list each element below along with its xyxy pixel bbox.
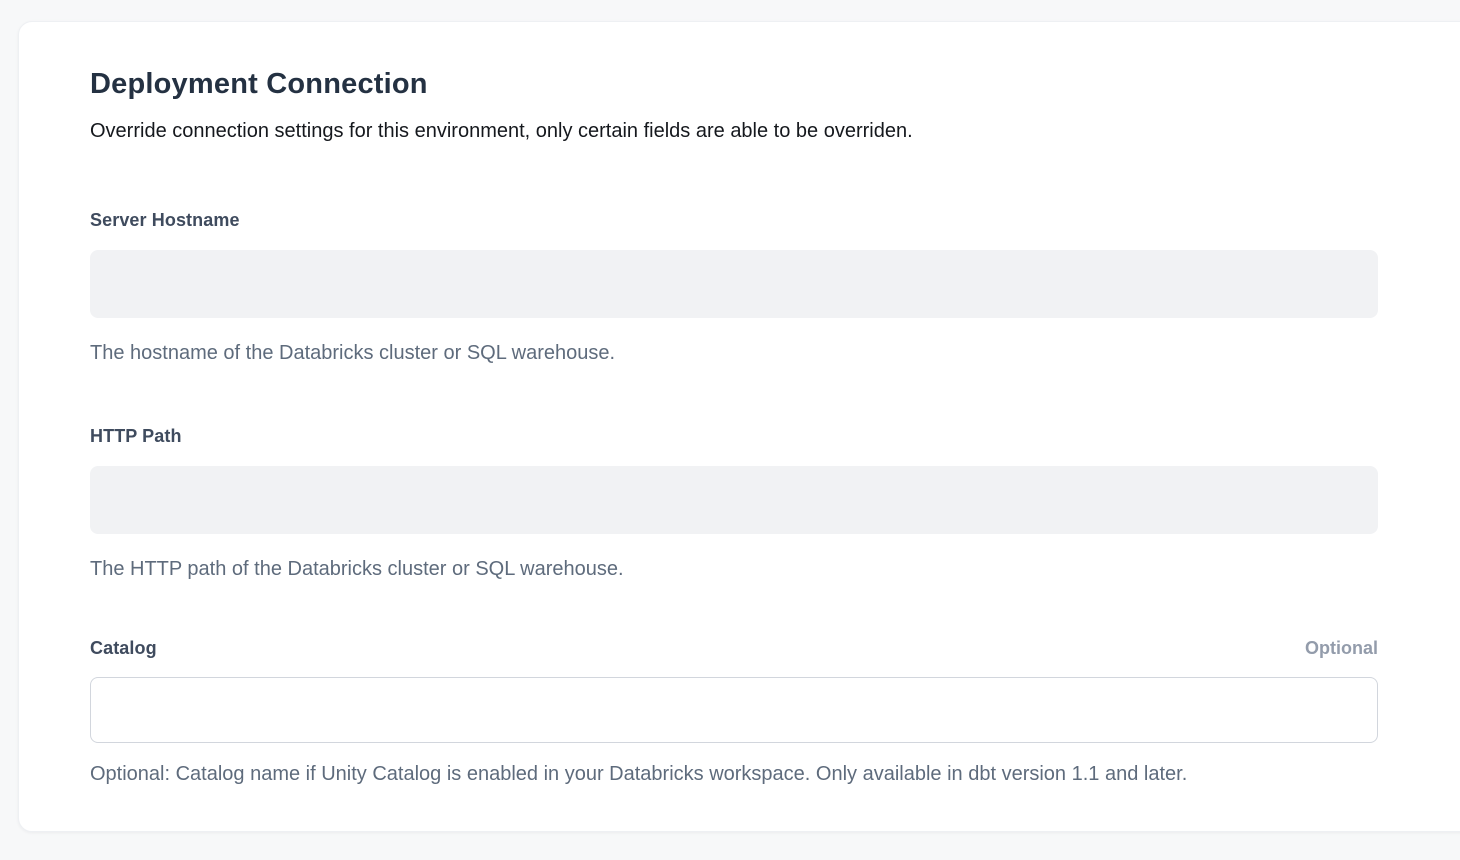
field-group-http-path: HTTP Path The HTTP path of the Databrick… [90, 424, 1378, 582]
http-path-label: HTTP Path [90, 424, 182, 448]
card-content: Deployment Connection Override connectio… [90, 22, 1378, 787]
catalog-input[interactable] [90, 677, 1378, 743]
http-path-input [90, 466, 1378, 534]
catalog-label-row: Catalog Optional [90, 636, 1378, 660]
catalog-label: Catalog [90, 636, 157, 660]
server-hostname-label: Server Hostname [90, 208, 240, 232]
server-hostname-label-row: Server Hostname [90, 208, 1378, 232]
http-path-helper: The HTTP path of the Databricks cluster … [90, 556, 1378, 582]
page-title: Deployment Connection [90, 66, 1378, 102]
deployment-connection-card: Deployment Connection Override connectio… [18, 21, 1460, 832]
server-hostname-helper: The hostname of the Databricks cluster o… [90, 340, 1378, 366]
field-group-server-hostname: Server Hostname The hostname of the Data… [90, 208, 1378, 366]
server-hostname-input [90, 250, 1378, 318]
http-path-label-row: HTTP Path [90, 424, 1378, 448]
field-group-catalog: Catalog Optional Optional: Catalog name … [90, 636, 1378, 787]
page-subtitle: Override connection settings for this en… [90, 118, 1378, 144]
catalog-optional-badge: Optional [1305, 636, 1378, 660]
catalog-helper: Optional: Catalog name if Unity Catalog … [90, 761, 1378, 787]
